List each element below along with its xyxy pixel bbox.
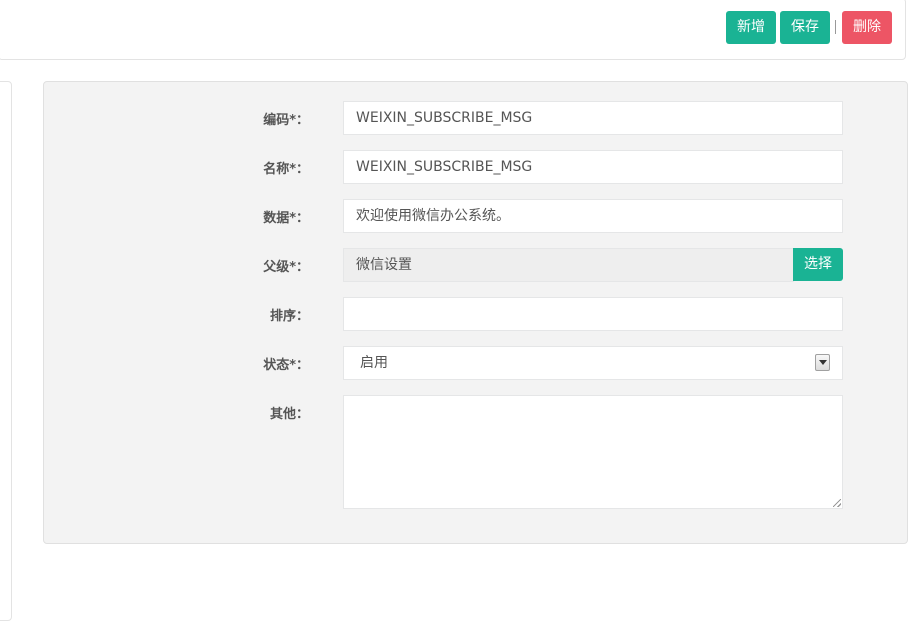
sort-label: 排序： [269,309,309,324]
parent-label: 父级*： [263,260,309,275]
status-selected-value: 启用 [360,355,388,371]
code-label: 编码*： [263,113,309,128]
name-input[interactable]: WEIXIN_SUBSCRIBE_MSG [343,150,843,184]
save-button[interactable]: 保存 [780,11,830,44]
status-select[interactable]: 启用 [343,346,843,380]
resize-handle-icon[interactable] [833,499,841,507]
name-label: 名称*： [263,162,309,177]
other-textarea[interactable] [343,395,843,509]
add-button[interactable]: 新增 [726,11,776,44]
chevron-down-icon[interactable] [815,354,830,371]
status-label: 状态*： [263,358,309,373]
left-panel [0,81,12,621]
choose-parent-button[interactable]: 选择 [793,248,843,281]
form-panel: 编码*： WEIXIN_SUBSCRIBE_MSG 名称*： WEIXIN_SU… [43,81,908,544]
toolbar-divider [835,20,836,34]
data-label: 数据*： [263,211,309,226]
code-input[interactable]: WEIXIN_SUBSCRIBE_MSG [343,101,843,135]
data-input[interactable]: 欢迎使用微信办公系统。 [343,199,843,233]
other-label: 其他： [269,407,309,422]
delete-button[interactable]: 删除 [842,11,892,44]
sort-input[interactable] [343,297,843,331]
parent-input[interactable]: 微信设置 [343,248,794,282]
